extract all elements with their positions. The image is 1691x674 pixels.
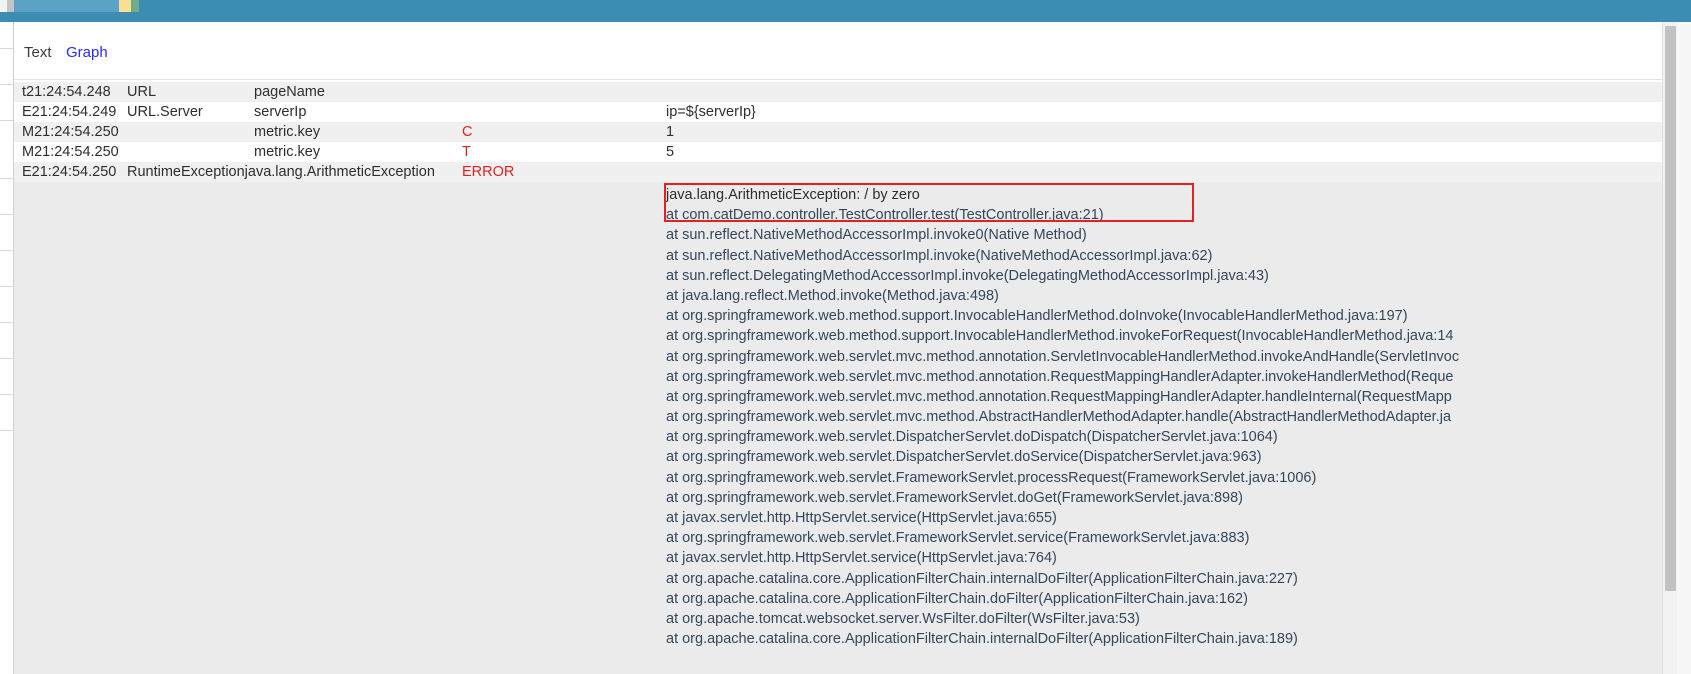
stack-line: at org.springframework.web.servlet.mvc.m… <box>666 368 1454 385</box>
error-timestamp: E21:24:54.250 <box>22 164 117 180</box>
row-type: URL.Server <box>127 104 203 120</box>
left-panel-strip <box>0 22 14 674</box>
tab-text[interactable]: Text <box>24 44 52 62</box>
row-status: C <box>462 124 473 140</box>
table-row[interactable]: t21:24:54.248 URL pageName <box>14 82 1662 102</box>
app-root: Text Graph t21:24:54.248 URL pageName E2… <box>0 0 1691 674</box>
stack-line: at javax.servlet.http.HttpServlet.servic… <box>666 510 1057 526</box>
log-table: t21:24:54.248 URL pageName E21:24:54.249… <box>14 82 1662 674</box>
row-name: metric.key <box>254 124 321 140</box>
vertical-scrollbar-thumb[interactable] <box>1665 26 1676 591</box>
stack-line: at org.springframework.web.servlet.Dispa… <box>666 449 1262 466</box>
top-toolbar <box>0 0 1691 22</box>
table-row[interactable]: M21:24:54.250 metric.key C 1 <box>14 122 1662 142</box>
stack-line: at org.springframework.web.method.suppor… <box>666 308 1408 325</box>
view-tabstrip: Text Graph <box>14 22 1677 80</box>
row-value: 5 <box>666 144 675 160</box>
tabstrip-divider <box>14 79 1662 80</box>
stack-line: at org.springframework.web.method.suppor… <box>666 328 1454 345</box>
row-timestamp: E21:24:54.249 <box>22 104 117 120</box>
row-value: ip=${serverIp} <box>666 104 756 120</box>
error-row[interactable]: E21:24:54.250 RuntimeExceptionjava.lang.… <box>14 162 1662 182</box>
row-name: serverIp <box>254 104 307 120</box>
table-row[interactable]: M21:24:54.250 metric.key T 5 <box>14 142 1662 162</box>
stack-line: at org.springframework.web.servlet.mvc.m… <box>666 348 1460 365</box>
stack-line: at sun.reflect.NativeMethodAccessorImpl.… <box>666 247 1213 264</box>
stack-line: at org.apache.tomcat.websocket.server.Ws… <box>666 610 1140 627</box>
stack-line: at sun.reflect.NativeMethodAccessorImpl.… <box>666 227 1087 244</box>
stack-line: at org.apache.catalina.core.ApplicationF… <box>666 631 1298 648</box>
row-value: 1 <box>666 124 675 140</box>
toolbar-far-edge <box>0 0 7 12</box>
row-name: metric.key <box>254 144 321 160</box>
row-type: URL <box>127 84 157 100</box>
row-name: pageName <box>254 84 325 100</box>
stack-line: at org.springframework.web.servlet.Frame… <box>666 489 1243 506</box>
stack-trace[interactable]: java.lang.ArithmeticException: / by zero… <box>666 185 1662 649</box>
toolbar-right-block-b[interactable] <box>0 0 119 12</box>
stack-line: at org.apache.catalina.core.ApplicationF… <box>666 570 1298 587</box>
stack-line: at org.springframework.web.servlet.mvc.m… <box>666 388 1452 405</box>
stack-line: at org.springframework.web.servlet.Dispa… <box>666 429 1278 446</box>
stack-line: at org.springframework.web.servlet.mvc.m… <box>666 409 1452 426</box>
stack-line: at org.springframework.web.servlet.Frame… <box>666 469 1317 486</box>
stack-line: java.lang.ArithmeticException: / by zero <box>666 187 920 203</box>
stack-line: at org.springframework.web.servlet.Frame… <box>666 530 1250 547</box>
row-status: T <box>462 144 471 160</box>
error-message: RuntimeExceptionjava.lang.ArithmeticExce… <box>127 164 435 180</box>
main-panel: Text Graph t21:24:54.248 URL pageName E2… <box>14 22 1677 674</box>
stack-line: at com.catDemo.controller.TestController… <box>666 207 1104 224</box>
stack-line: at sun.reflect.DelegatingMethodAccessorI… <box>666 267 1269 284</box>
row-timestamp: M21:24:54.250 <box>22 124 119 140</box>
stack-line: at java.lang.reflect.Method.invoke(Metho… <box>666 287 999 304</box>
stack-line: at org.apache.catalina.core.ApplicationF… <box>666 590 1248 607</box>
error-level-badge: ERROR <box>462 164 515 180</box>
vertical-scrollbar[interactable] <box>1662 22 1677 674</box>
table-row[interactable]: E21:24:54.249 URL.Server serverIp ip=${s… <box>14 102 1662 122</box>
stack-line: at javax.servlet.http.HttpServlet.servic… <box>666 550 1057 567</box>
row-timestamp: t21:24:54.248 <box>22 84 111 100</box>
row-timestamp: M21:24:54.250 <box>22 144 119 160</box>
tab-graph[interactable]: Graph <box>66 44 108 62</box>
